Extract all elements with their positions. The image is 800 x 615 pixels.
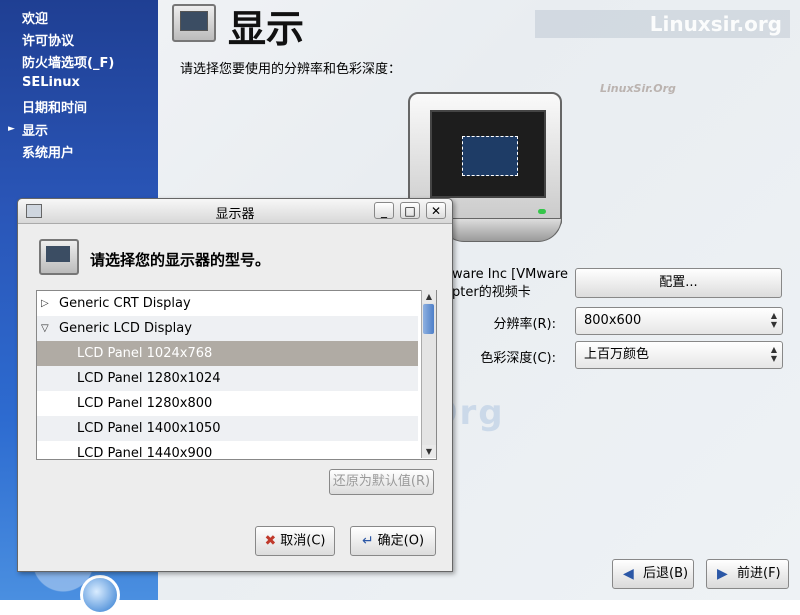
color-depth-label: 色彩深度(C): [480, 351, 556, 366]
resolution-preview [462, 136, 518, 176]
resolution-label: 分辨率(R): [493, 317, 556, 332]
resolution-value: 800x600 [584, 313, 642, 328]
color-depth-value: 上百万颜色 [584, 347, 650, 362]
monitor-power-led [538, 209, 546, 214]
forward-button[interactable]: ▶ 前进(F) [706, 559, 789, 589]
page-subtitle: 请选择您要使用的分辨率和色彩深度： [180, 62, 402, 77]
video-card-label: ware Inc [VMware pter的视频卡 [452, 267, 568, 300]
monitor-dialog: 显示器 _ □ ✕ 请选择您的显示器的型号。 ▷ Generic CRT Dis… [17, 198, 453, 572]
dialog-titlebar[interactable]: 显示器 _ □ ✕ [18, 199, 452, 224]
color-depth-combo[interactable]: 上百万颜色 ▲ ▼ [575, 341, 783, 369]
monitor-tree-list[interactable]: ▷ Generic CRT Display ▽ Generic LCD Disp… [36, 290, 437, 460]
expander-collapsed-icon: ▷ [41, 298, 49, 309]
dialog-prompt: 请选择您的显示器的型号。 [90, 251, 271, 269]
sidebar-orb-decoration [80, 575, 120, 615]
back-arrow-icon: ◀ [623, 565, 634, 582]
scroll-thumb[interactable] [423, 304, 434, 334]
monitor-icon [172, 4, 216, 42]
monitor-icon [39, 239, 79, 275]
tree-row-lcd-1440x900[interactable]: LCD Panel 1440x900 [37, 441, 418, 459]
enter-arrow-icon: ↵ [361, 533, 374, 549]
configure-button[interactable]: 配置... [575, 268, 782, 298]
current-step-arrow-icon: ► [8, 124, 15, 134]
ok-button[interactable]: ↵ 确定(O) [350, 526, 436, 556]
page-title: 显示 [228, 7, 305, 51]
tree-row-lcd-1280x1024[interactable]: LCD Panel 1280x1024 [37, 366, 418, 391]
sidebar-item-selinux: SELinux [22, 75, 80, 90]
cancel-button[interactable]: ✖ 取消(C) [255, 526, 335, 556]
minimize-button[interactable]: _ [374, 202, 394, 219]
close-button[interactable]: ✕ [426, 202, 446, 219]
tree-scrollbar[interactable]: ▲ ▼ [421, 290, 436, 458]
back-button[interactable]: ◀ 后退(B) [612, 559, 694, 589]
monitor-stand [440, 218, 562, 242]
forward-arrow-icon: ▶ [717, 565, 728, 582]
sidebar-item-datetime: 日期和时间 [22, 101, 88, 116]
scroll-down-icon[interactable]: ▼ [422, 445, 436, 458]
banner-watermark: Linuxsir.org [535, 10, 790, 38]
tree-row-lcd-1400x1050[interactable]: LCD Panel 1400x1050 [37, 416, 418, 441]
monitor-screen [430, 110, 546, 198]
tree-row-generic-crt[interactable]: ▷ Generic CRT Display [37, 291, 418, 316]
tree-row-generic-lcd[interactable]: ▽ Generic LCD Display [37, 316, 418, 341]
combo-arrows-icon: ▲ ▼ [770, 311, 777, 329]
maximize-button[interactable]: □ [400, 202, 420, 219]
combo-arrows-icon: ▲ ▼ [770, 345, 777, 363]
tree-row-lcd-1024x768[interactable]: LCD Panel 1024x768 [37, 341, 418, 366]
scroll-up-icon[interactable]: ▲ [422, 290, 436, 303]
sidebar-item-display: 显示 [22, 124, 49, 139]
small-watermark: LinuxSir.Org [600, 82, 676, 95]
sidebar-item-license: 许可协议 [22, 34, 75, 49]
sidebar-item-firewall: 防火墙选项(_F) [22, 56, 115, 71]
cancel-x-icon: ✖ [264, 533, 277, 549]
expander-expanded-icon: ▽ [41, 323, 49, 334]
sidebar-item-welcome: 欢迎 [22, 12, 49, 27]
resolution-combo[interactable]: 800x600 ▲ ▼ [575, 307, 783, 335]
revert-default-button[interactable]: 还原为默认值(R) [329, 469, 434, 495]
sidebar-item-system-user: 系统用户 [22, 146, 75, 161]
tree-row-lcd-1280x800[interactable]: LCD Panel 1280x800 [37, 391, 418, 416]
